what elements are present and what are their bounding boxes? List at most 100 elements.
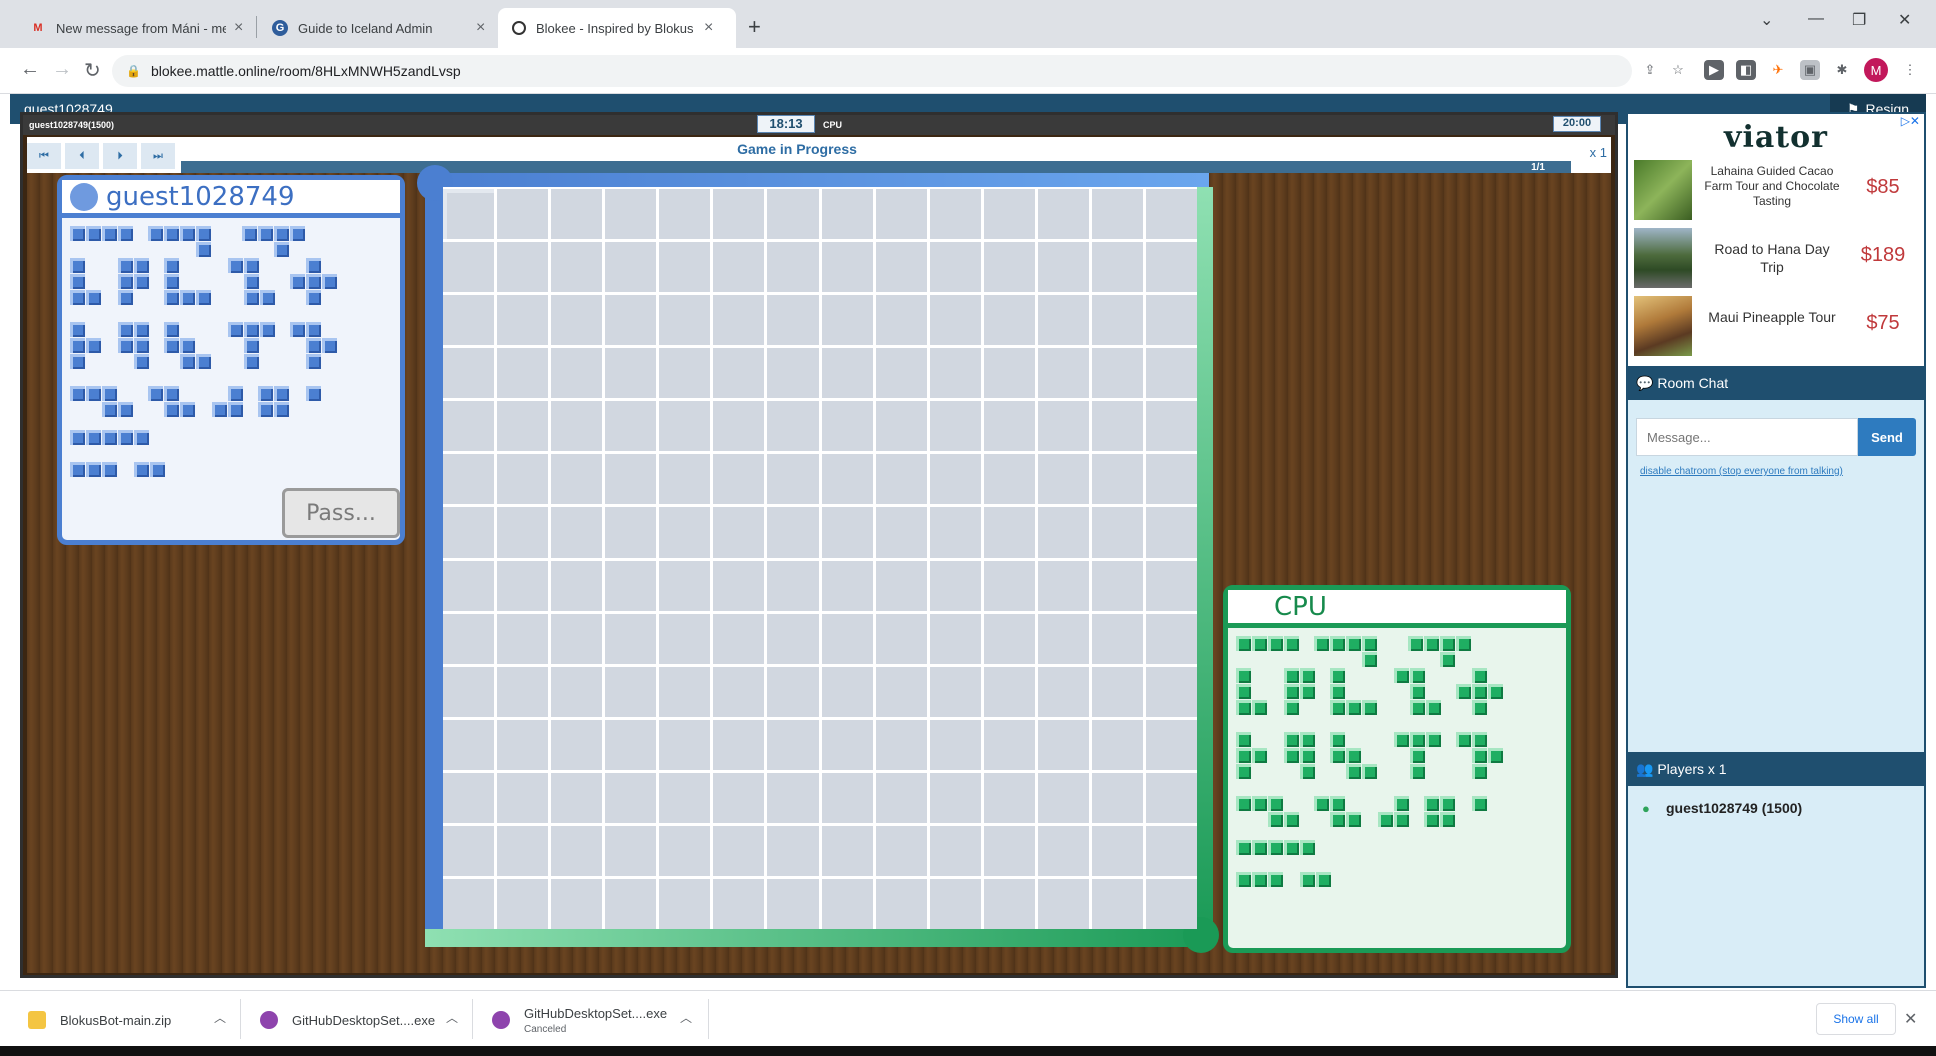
board-cell[interactable] — [983, 825, 1035, 876]
board-cell[interactable] — [929, 772, 981, 823]
board-cell[interactable] — [659, 401, 711, 452]
board-cell[interactable] — [875, 878, 927, 929]
board-cell[interactable] — [821, 348, 873, 399]
board-cell[interactable] — [929, 613, 981, 664]
board-cell[interactable] — [875, 666, 927, 717]
chat-message-input[interactable] — [1636, 418, 1858, 456]
board-cell[interactable] — [497, 295, 549, 346]
board-cell[interactable] — [1091, 878, 1143, 929]
board-cell[interactable] — [443, 295, 495, 346]
board-cell[interactable] — [821, 189, 873, 240]
board-cell[interactable] — [1037, 613, 1089, 664]
board-cell[interactable] — [1037, 719, 1089, 770]
board-cell[interactable] — [713, 401, 765, 452]
replay-progress[interactable]: 1/1 — [181, 161, 1571, 173]
new-tab-button[interactable]: + — [748, 14, 761, 40]
board-cell[interactable] — [497, 719, 549, 770]
board-cell[interactable] — [443, 666, 495, 717]
board-cell[interactable] — [767, 825, 819, 876]
board-cell[interactable] — [767, 772, 819, 823]
board-cell[interactable] — [983, 613, 1035, 664]
board-cell[interactable] — [1145, 242, 1197, 293]
board-cell[interactable] — [983, 295, 1035, 346]
board-cell[interactable] — [983, 666, 1035, 717]
board-cell[interactable] — [551, 401, 603, 452]
board-cell[interactable] — [1145, 507, 1197, 558]
board-cell[interactable] — [875, 189, 927, 240]
chevron-up-icon[interactable]: ︿ — [446, 1009, 458, 1026]
send-button[interactable]: Send — [1858, 418, 1916, 456]
extension-icon[interactable]: ▣ — [1800, 60, 1820, 80]
board-cell[interactable] — [875, 613, 927, 664]
board-cell[interactable] — [605, 189, 657, 240]
board-cell[interactable] — [983, 348, 1035, 399]
board-cell[interactable] — [443, 719, 495, 770]
board-cell[interactable] — [551, 613, 603, 664]
board-cell[interactable] — [1037, 878, 1089, 929]
profile-avatar[interactable]: M — [1864, 58, 1888, 82]
close-icon[interactable]: × — [476, 19, 485, 37]
board-cell[interactable] — [713, 613, 765, 664]
board-cell[interactable] — [551, 719, 603, 770]
board-cell[interactable] — [497, 825, 549, 876]
board-cell[interactable] — [767, 719, 819, 770]
board-cell[interactable] — [929, 560, 981, 611]
board-cell[interactable] — [1091, 666, 1143, 717]
board-cell[interactable] — [605, 242, 657, 293]
board-cell[interactable] — [659, 825, 711, 876]
board-cell[interactable] — [605, 348, 657, 399]
board-cell[interactable] — [767, 878, 819, 929]
board-cell[interactable] — [1145, 772, 1197, 823]
board-cell[interactable] — [1091, 613, 1143, 664]
back-icon[interactable]: ← — [20, 58, 40, 81]
board-cell[interactable] — [1091, 560, 1143, 611]
first-move-icon[interactable]: ⏮ — [27, 143, 61, 169]
board-cell[interactable] — [767, 189, 819, 240]
board-cell[interactable] — [821, 295, 873, 346]
board-cell[interactable] — [551, 189, 603, 240]
board-cell[interactable] — [875, 719, 927, 770]
tab-guide[interactable]: G Guide to Iceland Admin × — [258, 8, 499, 48]
board-cell[interactable] — [929, 189, 981, 240]
board-cell[interactable] — [767, 560, 819, 611]
board-cell[interactable] — [443, 613, 495, 664]
board-cell[interactable] — [1145, 295, 1197, 346]
ad-item[interactable]: Road to Hana Day Trip $189 — [1634, 228, 1918, 290]
board-cell[interactable] — [713, 242, 765, 293]
next-move-icon[interactable]: ⏵ — [103, 143, 137, 169]
board-cell[interactable] — [875, 772, 927, 823]
board-cell[interactable] — [821, 613, 873, 664]
board-cell[interactable] — [1091, 242, 1143, 293]
board-cell[interactable] — [713, 295, 765, 346]
board-cell[interactable] — [497, 666, 549, 717]
board-cell[interactable] — [875, 401, 927, 452]
board-cell[interactable] — [659, 507, 711, 558]
minimize-icon[interactable]: — — [1808, 10, 1824, 28]
board-cell[interactable] — [1145, 454, 1197, 505]
board-cell[interactable] — [821, 507, 873, 558]
board-cell[interactable] — [1091, 825, 1143, 876]
board-cell[interactable] — [605, 507, 657, 558]
board-cell[interactable] — [767, 613, 819, 664]
board-cell[interactable] — [551, 295, 603, 346]
board-cell[interactable] — [443, 825, 495, 876]
board-cell[interactable] — [1091, 772, 1143, 823]
board-cell[interactable] — [659, 348, 711, 399]
board-cell[interactable] — [767, 348, 819, 399]
board-cell[interactable] — [1145, 348, 1197, 399]
tab-search-icon[interactable]: ⌄ — [1760, 10, 1773, 30]
close-icon[interactable]: × — [704, 19, 713, 37]
board-cell[interactable] — [713, 454, 765, 505]
board-cell[interactable] — [983, 189, 1035, 240]
board-cell[interactable] — [1145, 878, 1197, 929]
last-move-icon[interactable]: ⏭ — [141, 143, 175, 169]
extension-icon[interactable]: ✈ — [1768, 60, 1788, 80]
board-cell[interactable] — [875, 348, 927, 399]
board-cell[interactable] — [1145, 825, 1197, 876]
board-cell[interactable] — [443, 242, 495, 293]
chevron-up-icon[interactable]: ︿ — [214, 1009, 226, 1026]
board-cell[interactable] — [497, 189, 549, 240]
board-cell[interactable] — [551, 772, 603, 823]
board-cell[interactable] — [929, 878, 981, 929]
board-cell[interactable] — [551, 560, 603, 611]
